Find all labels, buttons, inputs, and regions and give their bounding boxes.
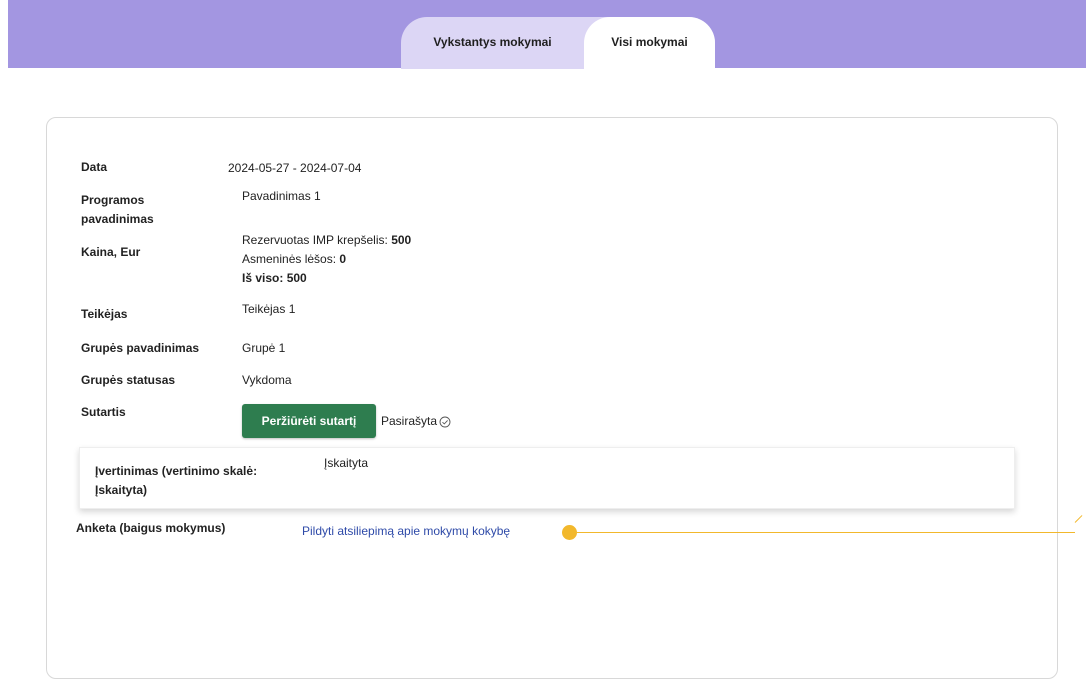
evaluation-label-line2: Įskaityta): [95, 483, 148, 497]
group-status-label: Grupės statusas: [81, 373, 176, 387]
price-personal-label: Asmeninės lėšos:: [242, 252, 337, 266]
price-label: Kaina, Eur: [81, 245, 141, 259]
contract-status: Pasirašyta: [381, 412, 451, 431]
date-label: Data: [81, 160, 108, 174]
survey-feedback-link[interactable]: Pildyti atsiliepimą apie mokymų kokybę: [302, 522, 510, 541]
price-total-value: 500: [286, 271, 307, 285]
program-label: Programos pavadinimas: [81, 191, 154, 229]
date-value: 2024-05-27 - 2024-07-04: [228, 161, 362, 175]
tab-ongoing-trainings[interactable]: Vykstantys mokymai: [401, 17, 584, 69]
survey-label: Anketa (baigus mokymus): [76, 521, 226, 535]
group-name-label: Grupės pavadinimas: [81, 341, 200, 355]
group-name-value: Grupė 1: [242, 341, 286, 355]
annotation-line-end: [1074, 515, 1083, 523]
price-total-label: Iš viso:: [242, 271, 284, 285]
view-contract-button[interactable]: Peržiūrėti sutartį: [242, 404, 376, 438]
price-reserved-label: Rezervuotas IMP krepšelis:: [242, 233, 388, 247]
price-personal-value: 0: [339, 252, 347, 266]
evaluation-label: Įvertinimas (vertinimo skalė: Įskaityta): [95, 462, 257, 500]
price-breakdown: Rezervuotas IMP krepšelis: 500 Asmeninės…: [242, 231, 411, 288]
evaluation-value: Įskaityta: [324, 456, 369, 470]
price-total-row: Iš viso: 500: [242, 269, 411, 288]
price-reserved-value: 500: [391, 233, 412, 247]
program-label-line2: pavadinimas: [81, 212, 154, 226]
check-circle-icon: [439, 416, 451, 427]
program-value: Pavadinimas 1: [242, 189, 321, 203]
annotation-dot: [562, 525, 577, 540]
tab-all-trainings[interactable]: Visi mokymai: [584, 17, 715, 69]
training-tabs: Vykstantys mokymai Visi mokymai: [401, 17, 715, 69]
contract-label: Sutartis: [81, 405, 126, 419]
annotation-line: [577, 532, 1075, 533]
group-status-value: Vykdoma: [242, 373, 292, 387]
program-label-line1: Programos: [81, 193, 145, 207]
training-details-card: [46, 117, 1058, 679]
price-reserved-row: Rezervuotas IMP krepšelis: 500: [242, 231, 411, 250]
provider-value: Teikėjas 1: [242, 302, 296, 316]
provider-label: Teikėjas: [81, 307, 128, 321]
price-personal-row: Asmeninės lėšos: 0: [242, 250, 411, 269]
top-navigation-bar: Vykstantys mokymai Visi mokymai: [8, 0, 1086, 69]
contract-status-text: Pasirašyta: [381, 414, 438, 428]
evaluation-label-line1: Įvertinimas (vertinimo skalė:: [95, 464, 258, 478]
